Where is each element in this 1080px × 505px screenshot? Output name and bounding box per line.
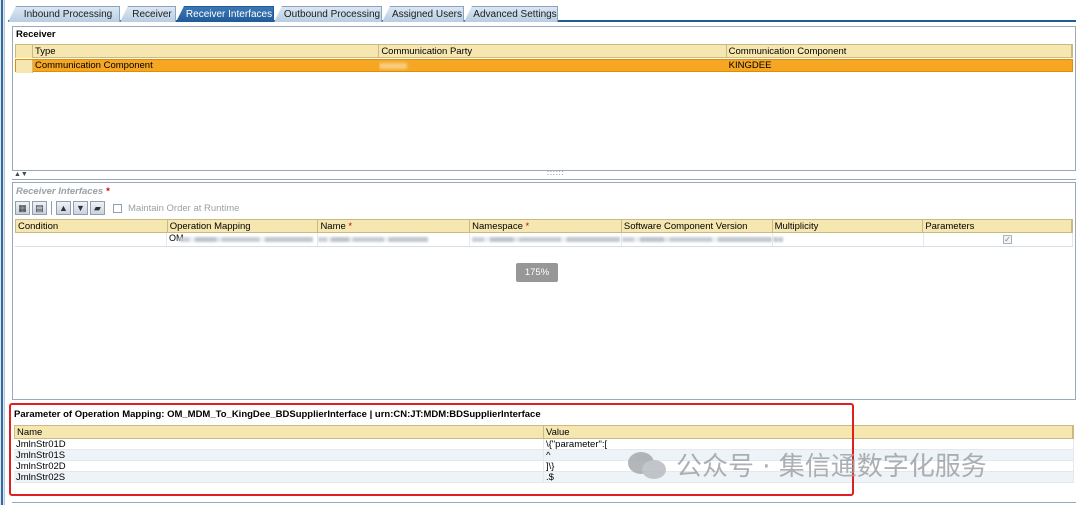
maintain-order-checkbox[interactable]: [113, 203, 122, 213]
collapse-arrows-icon[interactable]: ▲▼: [14, 171, 28, 178]
interface-row[interactable]: OM ✓: [15, 233, 1073, 247]
splitter-grip-icon[interactable]: ::::::: [547, 170, 565, 177]
receiver-table-header: Type Communication Party Communication C…: [15, 44, 1073, 58]
multiplicity-cell[interactable]: [773, 233, 924, 246]
select-all-cell[interactable]: [16, 45, 33, 58]
receiver-row[interactable]: Communication Component KINGDEE: [15, 59, 1073, 73]
col-operation-mapping[interactable]: Operation Mapping: [168, 220, 319, 232]
col-namespace[interactable]: Namespace *: [470, 220, 622, 232]
move-down-icon[interactable]: ▼: [73, 201, 88, 215]
namespace-cell[interactable]: [470, 233, 622, 246]
receiver-component-cell: KINGDEE: [728, 60, 772, 71]
col-parameters[interactable]: Parameters: [923, 220, 1073, 232]
param-name: JmlnStr02D: [14, 461, 544, 472]
tab-strip: Inbound Processing Receiver Receiver Int…: [8, 4, 1076, 22]
param-name: JmlnStr02S: [14, 472, 544, 483]
col-multiplicity[interactable]: Multiplicity: [773, 220, 924, 232]
col-communication-party[interactable]: Communication Party: [379, 45, 727, 57]
operation-mapping-cell[interactable]: OM: [167, 233, 318, 246]
swcv-cell[interactable]: [622, 233, 773, 246]
wechat-icon: [628, 450, 668, 480]
col-param-value[interactable]: Value: [544, 426, 1073, 438]
parameters-cell: ✓: [924, 233, 1073, 246]
maintain-order-label: Maintain Order at Runtime: [128, 202, 240, 214]
interfaces-title: Receiver Interfaces *: [16, 186, 110, 197]
receiver-panel: Receiver Type Communication Party Commun…: [12, 26, 1076, 171]
col-type[interactable]: Type: [33, 45, 380, 57]
name-cell[interactable]: [318, 233, 470, 246]
tab-assigned-users[interactable]: Assigned Users: [382, 6, 464, 22]
delete-row-icon[interactable]: ▤: [32, 201, 47, 215]
param-name: JmlnStr01S: [14, 450, 544, 461]
col-name[interactable]: Name *: [318, 220, 471, 232]
watermark: 公众号 · 集信通数字化服务: [628, 446, 987, 483]
move-up-icon[interactable]: ▲: [56, 201, 71, 215]
col-condition[interactable]: Condition: [16, 220, 168, 232]
panel-splitter[interactable]: ▲▼ ::::::: [12, 170, 1076, 180]
open-folder-icon[interactable]: ▰: [90, 201, 105, 215]
tab-inbound-processing[interactable]: Inbound Processing: [8, 6, 120, 22]
row-selector[interactable]: [16, 60, 33, 73]
bottom-divider: [12, 502, 1076, 503]
receiver-title: Receiver: [16, 29, 56, 40]
col-software-component-version[interactable]: Software Component Version: [622, 220, 773, 232]
zoom-indicator: 175%: [516, 263, 558, 282]
parameters-table-header: Name Value: [14, 425, 1074, 439]
tab-advanced-settings[interactable]: Advanced Settings: [464, 6, 558, 22]
col-param-name[interactable]: Name: [15, 426, 544, 438]
receiver-interfaces-panel: Receiver Interfaces * ▦ ▤ ▲ ▼ ▰ Maintain…: [12, 182, 1076, 400]
receiver-type-cell: Communication Component: [34, 60, 153, 71]
watermark-text: 公众号 · 集信通数字化服务: [676, 452, 987, 482]
tab-outbound-processing[interactable]: Outbound Processing: [274, 6, 382, 22]
parameters-title: Parameter of Operation Mapping: OM_MDM_T…: [14, 409, 541, 420]
interfaces-table-header: Condition Operation Mapping Name * Names…: [15, 219, 1073, 233]
interfaces-toolbar: ▦ ▤ ▲ ▼ ▰ Maintain Order at Runtime: [15, 200, 239, 216]
receiver-party-cell: [379, 60, 726, 71]
param-name: JmlnStr01D: [14, 439, 544, 450]
condition-cell[interactable]: [15, 233, 167, 246]
tab-receiver-interfaces[interactable]: Receiver Interfaces: [176, 6, 274, 22]
tab-receiver[interactable]: Receiver: [120, 6, 176, 22]
col-communication-component[interactable]: Communication Component: [727, 45, 1072, 57]
parameters-checkbox[interactable]: ✓: [1003, 235, 1012, 244]
insert-row-icon[interactable]: ▦: [15, 201, 30, 215]
left-edge-bar: [0, 0, 5, 505]
